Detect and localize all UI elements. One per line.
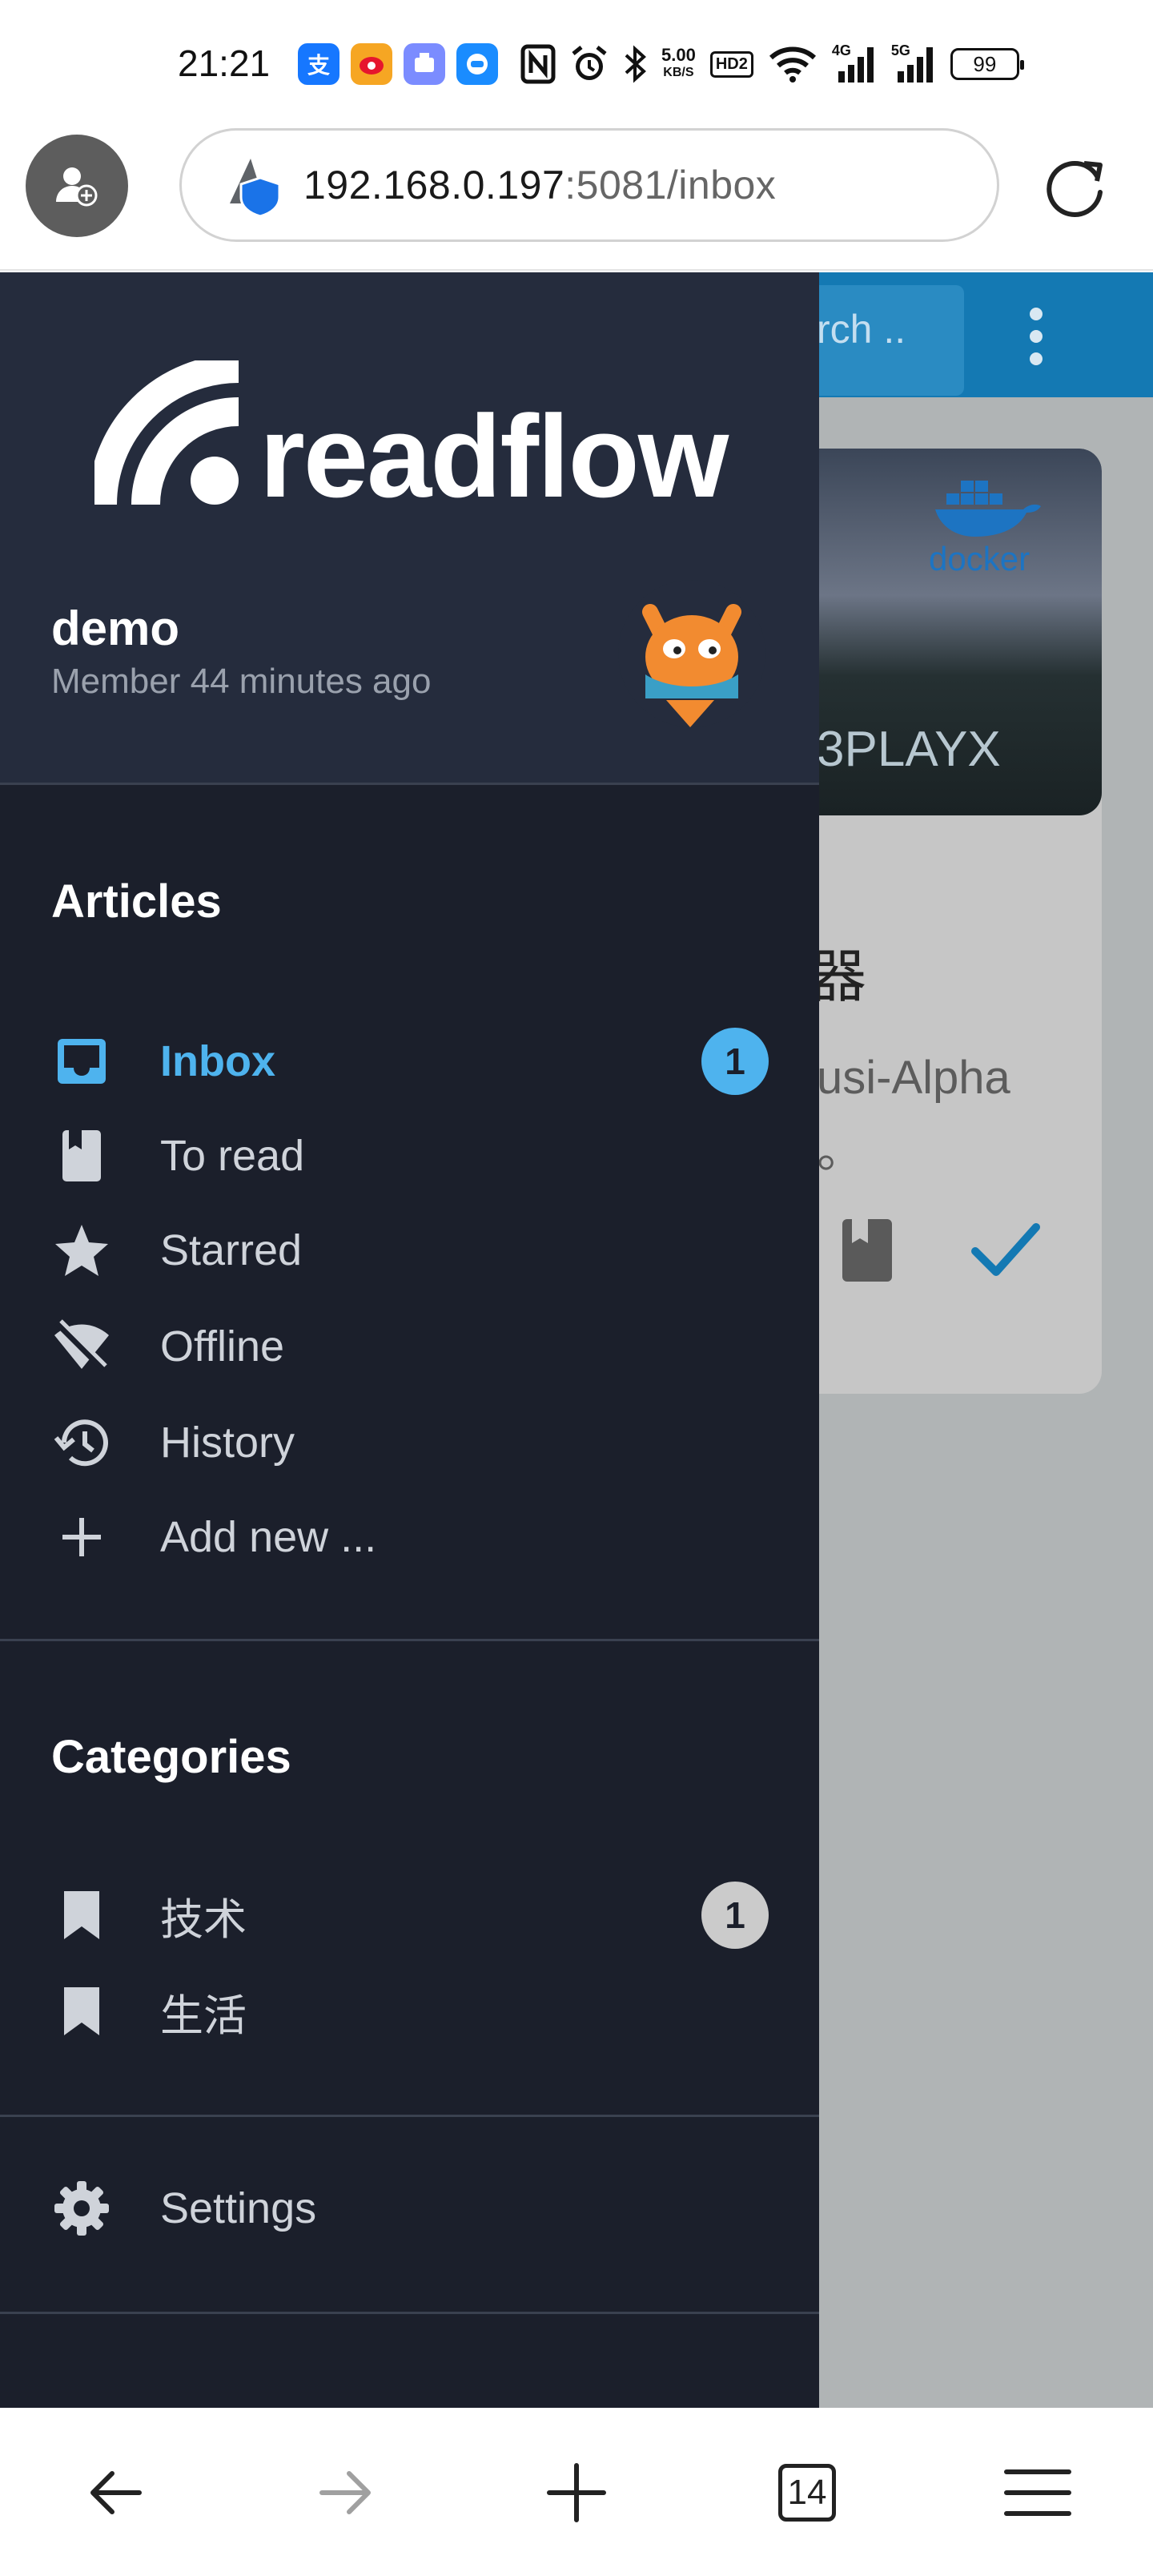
docker-logo-text: docker	[929, 540, 1030, 577]
hamburger-menu-icon	[1004, 2469, 1071, 2516]
alipay-icon: 支	[298, 43, 339, 85]
add-user-icon	[56, 167, 98, 207]
tabs-button[interactable]: 14	[769, 2454, 846, 2531]
nav-label-offline: Offline	[160, 1322, 285, 1371]
security-warning-icon[interactable]	[227, 154, 289, 216]
divider	[0, 2312, 819, 2314]
browser-toolbar: 192.168.0.197:5081/inbox	[0, 128, 1153, 271]
plus-icon	[62, 1518, 101, 1556]
divider	[0, 1639, 819, 1641]
browser-bottom-nav: 14	[0, 2408, 1153, 2576]
tab-count: 14	[778, 2464, 836, 2522]
weibo-icon	[351, 43, 392, 85]
nav-label-category-life: 生活	[160, 1991, 247, 2040]
readflow-logo[interactable]: readflow	[94, 360, 729, 521]
book-icon[interactable]	[841, 1218, 894, 1283]
rss-icon	[94, 360, 239, 505]
nav-item-starred[interactable]: Starred	[0, 1206, 819, 1294]
status-time: 21:21	[178, 42, 271, 84]
signal-4g-icon: 4G	[831, 42, 877, 84]
docker-logo-icon: docker	[929, 481, 1041, 577]
nav-item-category-tech[interactable]: 技术 1	[0, 1871, 819, 1959]
navigation-drawer: readflow demo Member 44 minutes ago Arti…	[0, 272, 819, 2408]
new-tab-button[interactable]	[538, 2454, 615, 2531]
nav-label-category-tech: 技术	[160, 1895, 247, 1944]
inbox-icon	[58, 1039, 106, 1084]
arrow-left-icon	[90, 2471, 142, 2514]
back-button[interactable]	[77, 2454, 154, 2531]
arrow-right-icon	[319, 2471, 371, 2514]
status-bar: 21:21 支 5.00 KB/S HD2 4G 5G 99	[0, 0, 1153, 128]
star-icon	[55, 1225, 108, 1276]
nav-label-starred: Starred	[160, 1226, 303, 1274]
nav-label-inbox: Inbox	[160, 1037, 275, 1085]
nav-item-history[interactable]: History	[0, 1399, 819, 1487]
signal-5g-label: 5G	[890, 42, 910, 58]
article-excerpt-end: 。	[817, 1123, 865, 1179]
book-icon	[62, 1130, 101, 1181]
articles-section-title: Articles	[51, 875, 222, 928]
user-name: demo	[51, 602, 180, 655]
check-icon[interactable]	[969, 1218, 1041, 1282]
history-icon	[54, 1419, 108, 1467]
signal-5g-icon: 5G	[890, 42, 936, 84]
thumbnail-text: 3PLAYX	[817, 722, 1001, 777]
nav-item-inbox[interactable]: Inbox 1	[0, 1017, 819, 1105]
notification-icons: 支	[298, 42, 498, 87]
drawer-header: readflow demo Member 44 minutes ago	[0, 272, 819, 785]
plus-icon	[547, 2463, 606, 2522]
bluetooth-icon	[625, 45, 646, 83]
signal-4g-label: 4G	[831, 42, 851, 58]
wifi-icon	[769, 46, 816, 83]
bookmark-icon	[64, 1891, 99, 1939]
nav-label-to-read: To read	[160, 1132, 305, 1180]
net-speed-unit: KB/S	[663, 66, 694, 79]
nav-item-settings[interactable]: Settings	[0, 2164, 819, 2252]
cat-avatar-icon	[618, 580, 765, 727]
robot-app-icon	[456, 43, 498, 85]
battery-indicator: 99	[950, 48, 1024, 80]
article-excerpt: usi-Alpha	[817, 1052, 1010, 1104]
app-notification-icon	[404, 43, 445, 85]
url-host: 192.168.0.197	[303, 163, 565, 207]
profile-button[interactable]	[26, 135, 128, 237]
gear-icon	[54, 2181, 109, 2236]
system-status-icons: 5.00 KB/S HD2 4G 5G 99	[520, 40, 1024, 88]
inbox-count-badge: 1	[701, 1028, 769, 1095]
avatar[interactable]	[618, 580, 765, 727]
url-path: :5081/inbox	[564, 163, 777, 207]
alarm-icon	[572, 46, 607, 80]
categories-section-title: Categories	[51, 1731, 291, 1783]
nav-label-add-new: Add new ...	[160, 1513, 377, 1561]
logo-text: readflow	[259, 391, 729, 521]
nav-item-add-new[interactable]: Add new ...	[0, 1493, 819, 1581]
url-text[interactable]: 192.168.0.197:5081/inbox	[303, 162, 776, 208]
reload-icon[interactable]	[1041, 152, 1108, 219]
address-bar[interactable]: 192.168.0.197:5081/inbox	[179, 128, 999, 242]
menu-button[interactable]	[999, 2454, 1076, 2531]
more-vert-icon[interactable]	[1028, 304, 1044, 368]
nfc-icon	[520, 44, 556, 84]
member-since: Member 44 minutes ago	[51, 662, 432, 701]
nav-label-history: History	[160, 1419, 295, 1467]
bookmark-icon	[64, 1987, 99, 2035]
nav-label-settings: Settings	[160, 2184, 317, 2232]
hd-voice-badge: HD2	[709, 50, 753, 78]
divider	[0, 2115, 819, 2117]
forward-button[interactable]	[307, 2454, 384, 2531]
nav-item-category-life[interactable]: 生活	[0, 1967, 819, 2055]
nav-item-offline[interactable]: Offline	[0, 1302, 819, 1391]
net-speed-value: 5.00	[661, 45, 696, 65]
category-count-badge: 1	[701, 1882, 769, 1949]
wifi-off-icon	[54, 1319, 109, 1372]
network-speed: 5.00 KB/S	[661, 46, 696, 82]
nav-item-to-read[interactable]: To read	[0, 1112, 819, 1200]
